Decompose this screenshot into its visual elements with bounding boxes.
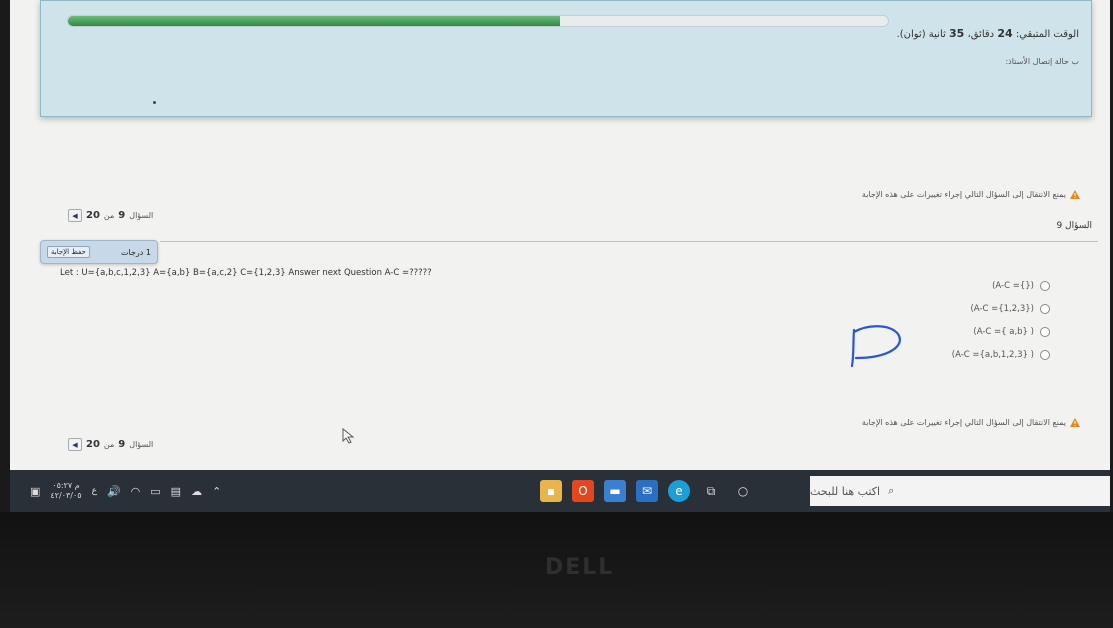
search-icon: ⌕ [888, 484, 895, 497]
store-icon[interactable]: ▪ [540, 480, 562, 502]
volume-icon[interactable]: 🔊 [107, 485, 121, 498]
radio-button[interactable] [1040, 303, 1050, 314]
counter-sep: من [103, 211, 115, 220]
counter-prefix: السؤال [129, 211, 154, 220]
windows-taskbar: ▣ م ٠٥:٢٧ ٤٢/٠٣/٠٥ ع 🔊 ◠ ▭ ▤ ☁ ⌃ ▪ O ▬ ✉… [10, 470, 1110, 512]
question-grade: 1 درجات [121, 247, 151, 257]
battery-icon[interactable]: ▭ [150, 485, 160, 498]
search-box[interactable]: ⌕ اكتب هنا للبحث [810, 476, 1110, 506]
radio-button[interactable] [1040, 326, 1050, 337]
answer-option[interactable]: (A-C ={1,2,3}) [952, 297, 1050, 320]
edge-icon[interactable]: e [668, 480, 690, 502]
search-placeholder: اكتب هنا للبحث [810, 484, 881, 498]
navigation-warning-top: يمنع الانتقال إلى السؤال التالي إجراء تغ… [862, 190, 1080, 199]
time-progress-bar [67, 15, 889, 27]
warning-icon [1070, 418, 1080, 427]
counter-total: 20 [86, 439, 100, 450]
system-tray: ▣ م ٠٥:٢٧ ٤٢/٠٣/٠٥ ع 🔊 ◠ ▭ ▤ ☁ ⌃ [30, 470, 221, 512]
counter-current: 9 [118, 210, 126, 221]
counter-sep: من [103, 440, 115, 449]
office-icon[interactable]: O [572, 480, 594, 502]
clock-date: ٤٢/٠٣/٠٥ [50, 491, 82, 500]
cloud-icon[interactable]: ☁ [191, 485, 202, 498]
laptop-brand-logo: DELL [545, 555, 615, 580]
warning-text: يمنع الانتقال إلى السؤال التالي إجراء تغ… [861, 190, 1066, 199]
option-label: (A-C ={}) [992, 280, 1034, 291]
time-seconds: 35 [948, 27, 965, 40]
counter-prefix: السؤال [129, 440, 154, 449]
counter-current: 9 [118, 439, 126, 450]
time-remaining: الوقت المتبقي: 24 دقائق، 35 ثانية (ثوان)… [897, 27, 1079, 40]
divider [160, 241, 1098, 242]
time-seconds-unit: ثانية (ثوان). [896, 29, 946, 40]
question-counter-top: ◀ 20 من 9 السؤال [68, 209, 153, 222]
dot-icon [153, 101, 156, 104]
answer-option[interactable]: (A-C ={}) [952, 274, 1050, 297]
language-indicator[interactable]: ع [92, 486, 97, 496]
laptop-bezel: DELL [0, 512, 1113, 628]
browser-screen: الوقت المتبقي: 24 دقائق، 35 ثانية (ثوان)… [10, 0, 1110, 500]
answer-options: (A-C ={}) (A-C ={1,2,3}) (A-C ={ a,b} ) … [952, 274, 1050, 366]
option-label: (A-C ={1,2,3}) [970, 303, 1034, 314]
time-minutes: 24 [997, 27, 1013, 40]
time-label: الوقت المتبقي: [1015, 29, 1079, 40]
previous-question-button[interactable]: ◀ [68, 438, 82, 451]
time-minutes-unit: دقائق، [967, 29, 995, 40]
chevron-up-icon[interactable]: ⌃ [212, 485, 221, 498]
option-label: (A-C ={a,b,1,2,3} ) [951, 349, 1034, 360]
question-counter-bottom: ◀ 20 من 9 السؤال [68, 438, 153, 451]
clock-time: م ٠٥:٢٧ [52, 481, 80, 490]
cortana-icon[interactable]: ○ [732, 480, 754, 502]
radio-button[interactable] [1040, 349, 1050, 360]
question-grade-box: حفظ الإجابة 1 درجات [40, 240, 158, 264]
file-explorer-icon[interactable]: ▬ [604, 480, 626, 502]
task-view-icon[interactable]: ⧉ [700, 480, 722, 502]
answer-option[interactable]: (A-C ={ a,b} ) [952, 320, 1050, 343]
answer-option[interactable]: (A-C ={a,b,1,2,3} ) [952, 343, 1050, 366]
time-progress-fill [68, 16, 560, 26]
save-answer-button[interactable]: حفظ الإجابة [47, 246, 90, 258]
previous-question-button[interactable]: ◀ [68, 209, 82, 222]
mouse-cursor-icon [342, 428, 355, 444]
pinned-apps: ▪ O ▬ ✉ e ⧉ ○ [540, 470, 754, 512]
timer-panel: الوقت المتبقي: 24 دقائق، 35 ثانية (ثوان)… [40, 0, 1092, 117]
wifi-icon[interactable]: ◠ [131, 485, 141, 498]
connection-status: ب حالة إتصال الأستاذ: [1005, 57, 1079, 66]
counter-total: 20 [86, 210, 100, 221]
question-text: Let : U={a,b,c,1,2,3} A={a,b} B={a,c,2} … [60, 268, 432, 278]
notification-icon[interactable]: ▣ [30, 485, 40, 498]
warning-text: يمنع الانتقال إلى السؤال التالي إجراء تغ… [861, 418, 1066, 427]
question-title: السؤال 9 [1056, 221, 1092, 231]
app-tray-icon[interactable]: ▤ [171, 485, 181, 498]
blue-pen-mark [850, 325, 901, 368]
clock[interactable]: م ٠٥:٢٧ ٤٢/٠٣/٠٥ [50, 481, 81, 501]
warning-icon [1070, 190, 1080, 199]
mail-icon[interactable]: ✉ [636, 480, 658, 502]
radio-button[interactable] [1040, 280, 1050, 291]
navigation-warning-bottom: يمنع الانتقال إلى السؤال التالي إجراء تغ… [862, 418, 1080, 427]
option-label: (A-C ={ a,b} ) [973, 326, 1034, 337]
